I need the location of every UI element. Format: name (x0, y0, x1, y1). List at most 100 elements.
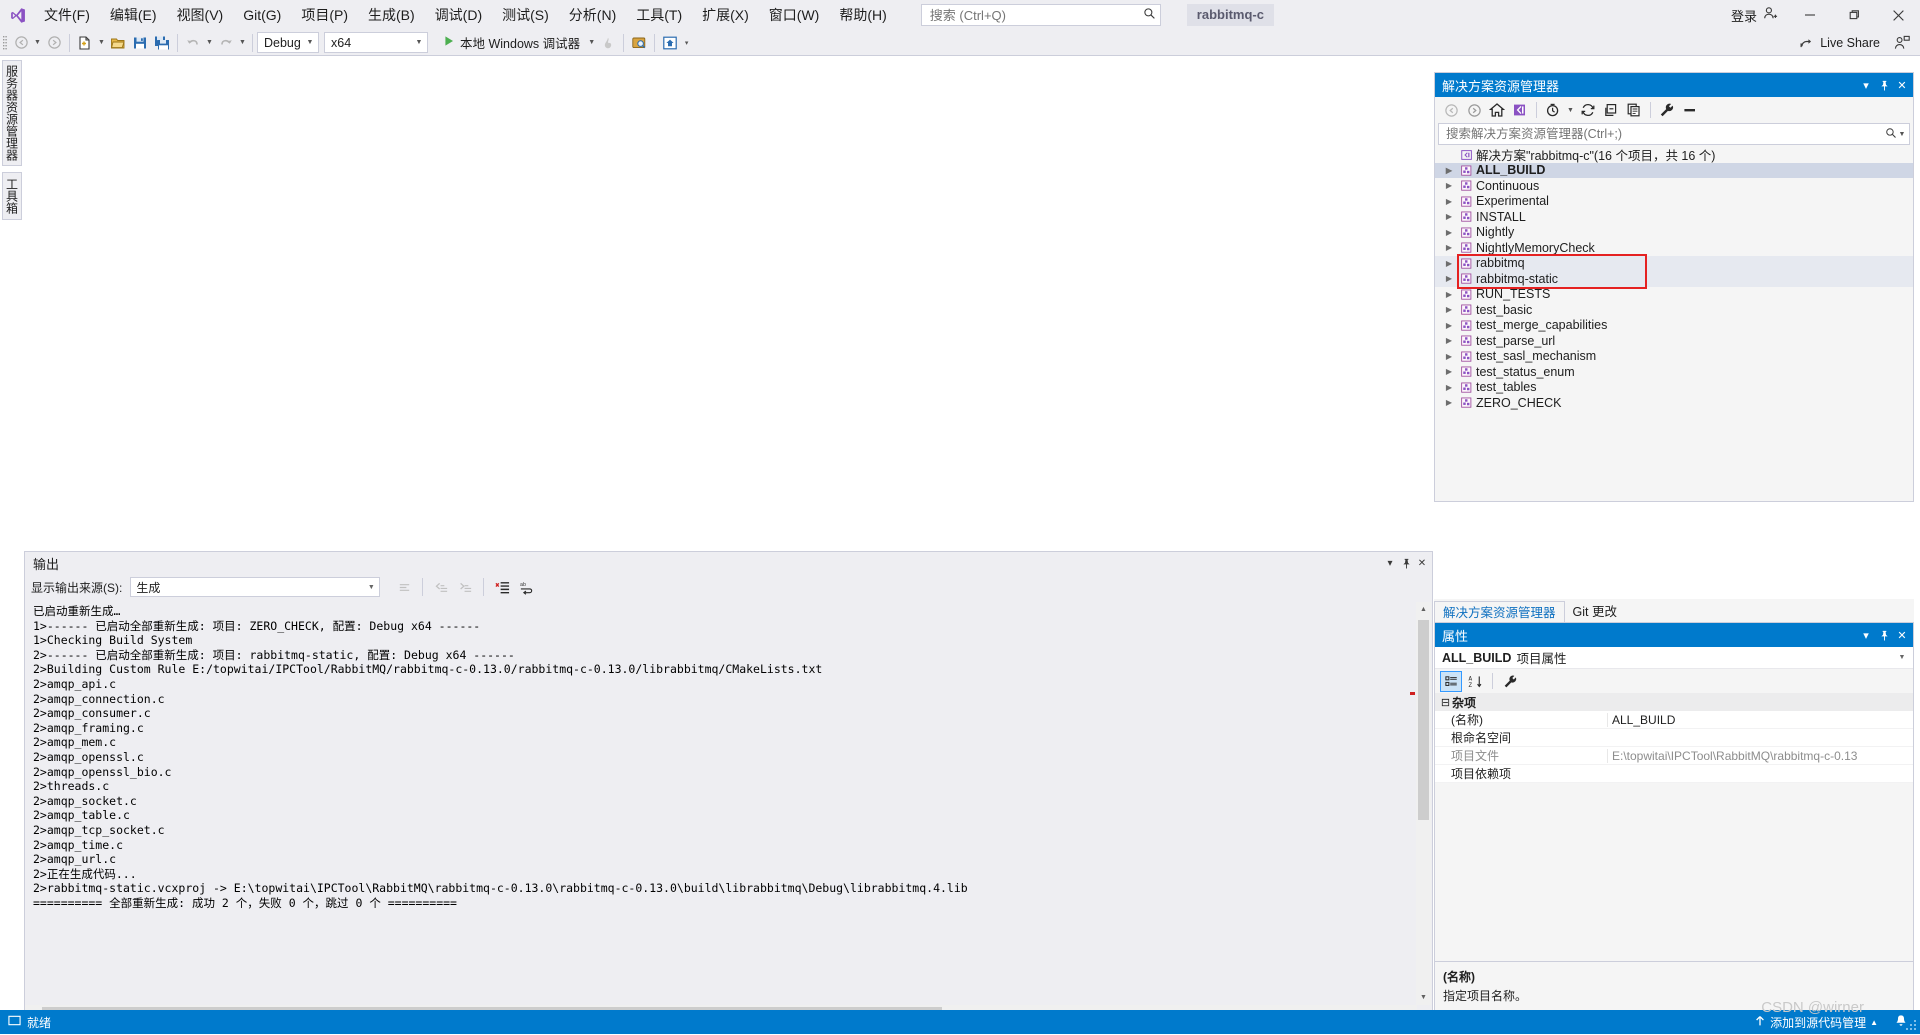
scroll-down-arrow-icon[interactable]: ▼ (1416, 990, 1431, 1005)
tab-git-changes[interactable]: Git 更改 (1565, 601, 1625, 623)
property-value[interactable]: ALL_BUILD (1607, 713, 1913, 727)
tab-solution-explorer[interactable]: 解决方案资源管理器 (1434, 601, 1565, 623)
expand-chevron-icon[interactable]: ▶ (1441, 166, 1457, 175)
solution-explorer-close-button[interactable]: ✕ (1893, 75, 1911, 95)
pending-changes-icon[interactable] (1542, 99, 1564, 121)
menu-extensions[interactable]: 扩展(X) (692, 2, 759, 28)
tree-item-test-basic[interactable]: ▶test_basic (1435, 302, 1913, 318)
refresh-icon[interactable] (1577, 99, 1599, 121)
tree-item-continuous[interactable]: ▶Continuous (1435, 178, 1913, 194)
tree-item-install[interactable]: ▶INSTALL (1435, 209, 1913, 225)
toolbar-grip[interactable] (0, 30, 10, 56)
solution-platform-combo[interactable]: x64 ▼ (324, 32, 428, 53)
output-vscroll-thumb[interactable] (1418, 620, 1429, 820)
sidebar-tab-toolbox[interactable]: 工具箱 (2, 172, 22, 220)
expand-chevron-icon[interactable]: ▶ (1441, 212, 1457, 221)
tree-item-test-status-enum[interactable]: ▶test_status_enum (1435, 364, 1913, 380)
expand-chevron-icon[interactable]: ▶ (1441, 383, 1457, 392)
expand-chevron-icon[interactable]: ▶ (1441, 259, 1457, 268)
pending-changes-dropdown[interactable]: ▼ (1565, 99, 1576, 121)
menu-build[interactable]: 生成(B) (358, 2, 425, 28)
solution-view-icon[interactable] (1509, 99, 1531, 121)
save-icon[interactable] (129, 32, 151, 54)
start-debugging-button[interactable]: 本地 Windows 调试器 (437, 32, 586, 54)
properties-close-button[interactable]: ✕ (1893, 625, 1911, 645)
solution-root-node[interactable]: 解决方案"rabbitmq-c"(16 个项目，共 16 个) (1435, 147, 1913, 163)
tree-item-experimental[interactable]: ▶Experimental (1435, 194, 1913, 210)
hot-reload-icon[interactable] (597, 32, 619, 54)
menu-test[interactable]: 测试(S) (492, 2, 559, 28)
tree-item-run-tests[interactable]: ▶RUN_TESTS (1435, 287, 1913, 303)
maximize-button[interactable] (1832, 0, 1876, 30)
navigate-backward-dropdown[interactable]: ▼ (32, 32, 43, 54)
menu-window[interactable]: 窗口(W) (759, 2, 830, 28)
property-row[interactable]: 根命名空间 (1435, 729, 1913, 747)
menu-file[interactable]: 文件(F) (34, 2, 100, 28)
expand-chevron-icon[interactable]: ▶ (1441, 197, 1457, 206)
preview-selected-items-icon[interactable] (1679, 99, 1701, 121)
property-value[interactable]: E:\topwitai\IPCTool\RabbitMQ\rabbitmq-c-… (1607, 749, 1913, 763)
output-text-area[interactable]: 已启动重新生成… 1>------ 已启动全部重新生成: 项目: ZERO_CH… (25, 602, 1432, 1020)
menu-help[interactable]: 帮助(H) (829, 2, 896, 28)
start-debugging-dropdown[interactable]: ▼ (586, 32, 597, 54)
forward-icon[interactable] (1463, 99, 1485, 121)
solution-tree[interactable]: 解决方案"rabbitmq-c"(16 个项目，共 16 个) ▶ALL_BUI… (1435, 145, 1913, 501)
back-icon[interactable] (1440, 99, 1462, 121)
tree-item-test-sasl-mechanism[interactable]: ▶test_sasl_mechanism (1435, 349, 1913, 365)
global-search-input[interactable] (928, 7, 1143, 24)
expand-chevron-icon[interactable]: ▶ (1441, 398, 1457, 407)
alphabetical-view-icon[interactable]: AZ (1464, 671, 1486, 692)
solution-explorer-dropdown-button[interactable]: ▾ (1857, 75, 1875, 95)
property-row[interactable]: 项目依赖项 (1435, 765, 1913, 783)
live-preview-icon[interactable] (659, 32, 681, 54)
output-prev-message-icon[interactable] (431, 577, 451, 597)
property-row[interactable]: (名称)ALL_BUILD (1435, 711, 1913, 729)
properties-category-row[interactable]: ⊟ 杂项 (1435, 693, 1913, 711)
scroll-up-arrow-icon[interactable]: ▲ (1416, 602, 1431, 617)
output-vertical-scrollbar[interactable]: ▲ ▼ (1416, 602, 1431, 1005)
property-row[interactable]: 项目文件E:\topwitai\IPCTool\RabbitMQ\rabbitm… (1435, 747, 1913, 765)
menu-view[interactable]: 视图(V) (167, 2, 234, 28)
expand-chevron-icon[interactable]: ▶ (1441, 243, 1457, 252)
menu-project[interactable]: 项目(P) (291, 2, 358, 28)
output-find-message-icon[interactable] (394, 577, 414, 597)
navigate-backward-icon[interactable] (10, 32, 32, 54)
expand-chevron-icon[interactable]: ▶ (1441, 181, 1457, 190)
menu-analyze[interactable]: 分析(N) (559, 2, 626, 28)
collapse-minus-icon[interactable]: ⊟ (1439, 696, 1452, 709)
properties-dropdown-button[interactable]: ▾ (1857, 625, 1875, 645)
output-source-combo[interactable]: 生成 ▼ (130, 577, 380, 597)
send-feedback-icon[interactable] (1894, 35, 1910, 51)
properties-object-selector[interactable]: ALL_BUILD 项目属性 ▼ (1435, 647, 1913, 669)
new-item-icon[interactable] (74, 32, 96, 54)
tree-item-rabbitmq-static[interactable]: ▶rabbitmq-static (1435, 271, 1913, 287)
redo-dropdown[interactable]: ▼ (237, 32, 248, 54)
menu-git[interactable]: Git(G) (233, 2, 291, 28)
tree-item-test-merge-capabilities[interactable]: ▶test_merge_capabilities (1435, 318, 1913, 334)
window-resize-grip[interactable] (1904, 1018, 1918, 1032)
expand-chevron-icon[interactable]: ▶ (1441, 290, 1457, 299)
redo-icon[interactable] (215, 32, 237, 54)
expand-chevron-icon[interactable]: ▶ (1441, 336, 1457, 345)
undo-dropdown[interactable]: ▼ (204, 32, 215, 54)
expand-chevron-icon[interactable]: ▶ (1441, 274, 1457, 283)
output-next-message-icon[interactable] (455, 577, 475, 597)
save-all-icon[interactable] (151, 32, 173, 54)
expand-chevron-icon[interactable]: ▶ (1441, 321, 1457, 330)
live-share-button[interactable]: Live Share (1800, 34, 1880, 52)
output-clear-icon[interactable] (492, 577, 512, 597)
home-icon[interactable] (1486, 99, 1508, 121)
expand-chevron-icon[interactable]: ▶ (1441, 305, 1457, 314)
solution-explorer-search-input[interactable] (1444, 126, 1885, 142)
toolbar-overflow-icon[interactable]: ▾ (681, 32, 692, 54)
menu-edit[interactable]: 编辑(E) (100, 2, 167, 28)
close-button[interactable] (1876, 0, 1920, 30)
sign-in-button[interactable]: 登录 (1721, 6, 1788, 25)
active-project-chip[interactable]: rabbitmq-c (1187, 4, 1274, 26)
tree-item-nightly[interactable]: ▶Nightly (1435, 225, 1913, 241)
search-options-dropdown[interactable]: ▼ (1897, 131, 1907, 138)
solution-configuration-combo[interactable]: Debug ▼ (257, 32, 319, 53)
tree-item-rabbitmq[interactable]: ▶rabbitmq (1435, 256, 1913, 272)
properties-grid[interactable]: ⊟ 杂项 (名称)ALL_BUILD根命名空间项目文件E:\topwitai\I… (1435, 693, 1913, 783)
output-pin-button[interactable] (1398, 554, 1414, 572)
